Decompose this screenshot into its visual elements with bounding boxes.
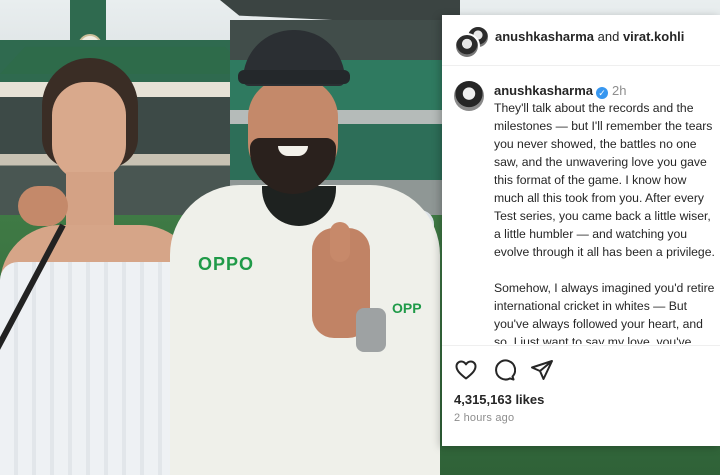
cap-brim [238, 70, 350, 84]
post-actions: 4,315,163 likes 2 hours ago [442, 345, 720, 446]
thumb [330, 222, 350, 262]
caption-paragraph: They'll talk about the records and the m… [494, 101, 715, 259]
caption-text: They'll talk about the records and the m… [494, 99, 718, 344]
post-time: 2h [612, 83, 627, 98]
comment-icon[interactable] [492, 358, 517, 382]
avatar[interactable] [454, 81, 484, 111]
sleeve-logo: OPP [392, 300, 422, 316]
wrist-watch [356, 308, 386, 352]
collab-avatars[interactable] [454, 25, 490, 59]
heart-icon[interactable] [454, 358, 478, 382]
post-timestamp: 2 hours ago [454, 412, 515, 424]
man-jersey [170, 185, 440, 475]
author-link[interactable]: anushkasharma [495, 29, 594, 44]
post-authors: anushkasharma and virat.kohli [495, 29, 684, 44]
hand-on-shoulder [18, 186, 68, 226]
verified-badge-icon: ✓ [596, 87, 608, 99]
likes-count[interactable]: 4,315,163 likes [454, 392, 544, 407]
caption-username[interactable]: anushkasharma [494, 83, 593, 98]
author-link[interactable]: virat.kohli [623, 29, 684, 44]
jersey-logo: OPPO [198, 254, 255, 274]
post-header: anushkasharma and virat.kohli [442, 15, 720, 66]
share-icon[interactable] [530, 358, 554, 382]
instagram-post-panel: anushkasharma and virat.kohli anushkasha… [442, 15, 720, 446]
authors-joiner: and [597, 29, 620, 44]
caption-header: anushkasharma ✓ 2h [494, 83, 626, 99]
caption-paragraph: Somehow, I always imagined you'd retire … [494, 281, 715, 344]
avatar[interactable] [454, 33, 480, 59]
woman-face [52, 82, 126, 182]
